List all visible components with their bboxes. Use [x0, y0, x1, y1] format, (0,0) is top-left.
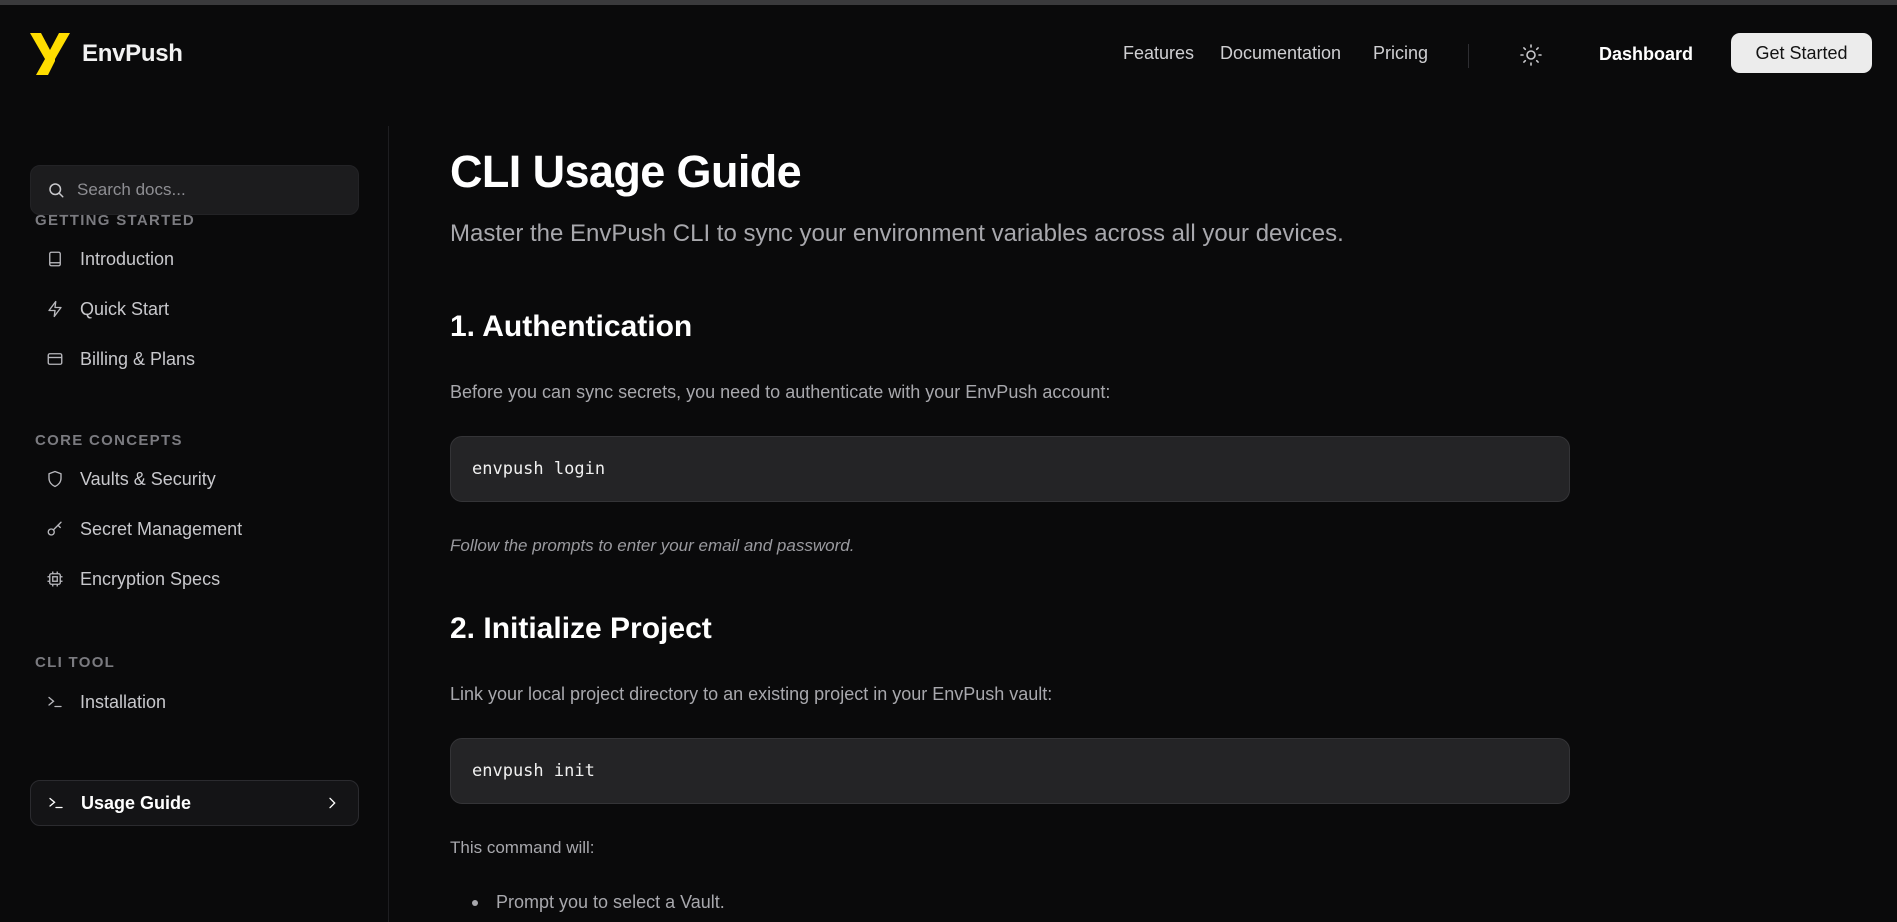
- search-input[interactable]: [77, 180, 327, 200]
- nav-documentation-link[interactable]: Documentation: [1220, 43, 1341, 64]
- sidebar-item-secret-management[interactable]: Secret Management: [30, 506, 359, 552]
- nav-features-link[interactable]: Features: [1123, 43, 1194, 64]
- bullet-dot: [472, 899, 478, 906]
- section-title-cli-tool: CLI TOOL: [35, 654, 116, 671]
- sidebar-item-installation[interactable]: Installation: [30, 679, 359, 725]
- key-icon: [45, 519, 65, 539]
- list-item: Prompt you to select a Vault.: [472, 892, 725, 913]
- brand-name-prefix: Env: [82, 40, 126, 67]
- sidebar-item-usage-guide-active[interactable]: Usage Guide: [30, 780, 359, 826]
- sidebar-item-label: Introduction: [80, 248, 175, 269]
- brand-name: EnvPush: [82, 40, 183, 68]
- sidebar-item-introduction[interactable]: Introduction: [30, 236, 359, 282]
- section-note: Follow the prompts to enter your email a…: [450, 536, 855, 555]
- zap-icon: [45, 299, 65, 319]
- section-heading-authentication: 1. Authentication: [450, 310, 693, 343]
- section-title-getting-started: GETTING STARTED: [35, 212, 196, 229]
- code-block-init[interactable]: envpush init: [450, 738, 1570, 804]
- code-text: envpush login: [472, 459, 606, 479]
- section-intro: Link your local project directory to an …: [450, 684, 1053, 704]
- cpu-icon: [45, 569, 65, 589]
- sidebar-item-billing[interactable]: Billing & Plans: [30, 336, 359, 382]
- list-item-text: Prompt you to select a Vault.: [496, 892, 725, 912]
- sun-icon: [1520, 44, 1542, 66]
- sidebar-item-vaults-security[interactable]: Vaults & Security: [30, 456, 359, 502]
- terminal-icon: [45, 692, 65, 712]
- page-title: CLI Usage Guide: [450, 146, 802, 197]
- sidebar-item-quick-start[interactable]: Quick Start: [30, 286, 359, 332]
- logo-icon: [30, 33, 70, 75]
- search-box[interactable]: [30, 165, 359, 215]
- brand-name-suffix: Push: [125, 40, 183, 67]
- sidebar-item-label: Billing & Plans: [80, 348, 196, 369]
- top-header: EnvPush Features Documentation Pricing D…: [0, 5, 1897, 102]
- sidebar-item-label: Installation: [80, 691, 167, 712]
- section-title-core-concepts: CORE CONCEPTS: [35, 432, 183, 449]
- sidebar-item-encryption-specs[interactable]: Encryption Specs: [30, 556, 359, 602]
- sidebar-item-label: Usage Guide: [81, 792, 192, 813]
- code-text: envpush init: [472, 761, 595, 781]
- terminal-icon: [46, 793, 66, 813]
- section-heading-initialize: 2. Initialize Project: [450, 612, 712, 645]
- sidebar-item-label: Quick Start: [80, 298, 170, 319]
- dashboard-link[interactable]: Dashboard: [1599, 44, 1693, 65]
- nav-divider: [1468, 44, 1469, 68]
- get-started-button[interactable]: Get Started: [1731, 33, 1872, 73]
- search-icon: [49, 183, 64, 198]
- brand[interactable]: EnvPush: [30, 33, 183, 75]
- shield-icon: [45, 469, 65, 489]
- chevron-right-icon: [329, 797, 336, 809]
- section-intro: Before you can sync secrets, you need to…: [450, 382, 1111, 402]
- nav-pricing-link[interactable]: Pricing: [1373, 43, 1428, 64]
- sidebar-item-label: Secret Management: [80, 518, 243, 539]
- sidebar-item-label: Encryption Specs: [80, 568, 221, 589]
- page-subtitle: Master the EnvPush CLI to sync your envi…: [450, 220, 1344, 247]
- section-after-text: This command will:: [450, 838, 595, 857]
- sidebar-item-label: Vaults & Security: [80, 468, 216, 489]
- book-icon: [45, 249, 65, 269]
- theme-toggle-button[interactable]: [1519, 43, 1543, 67]
- code-block-login[interactable]: envpush login: [450, 436, 1570, 502]
- credit-card-icon: [45, 349, 65, 369]
